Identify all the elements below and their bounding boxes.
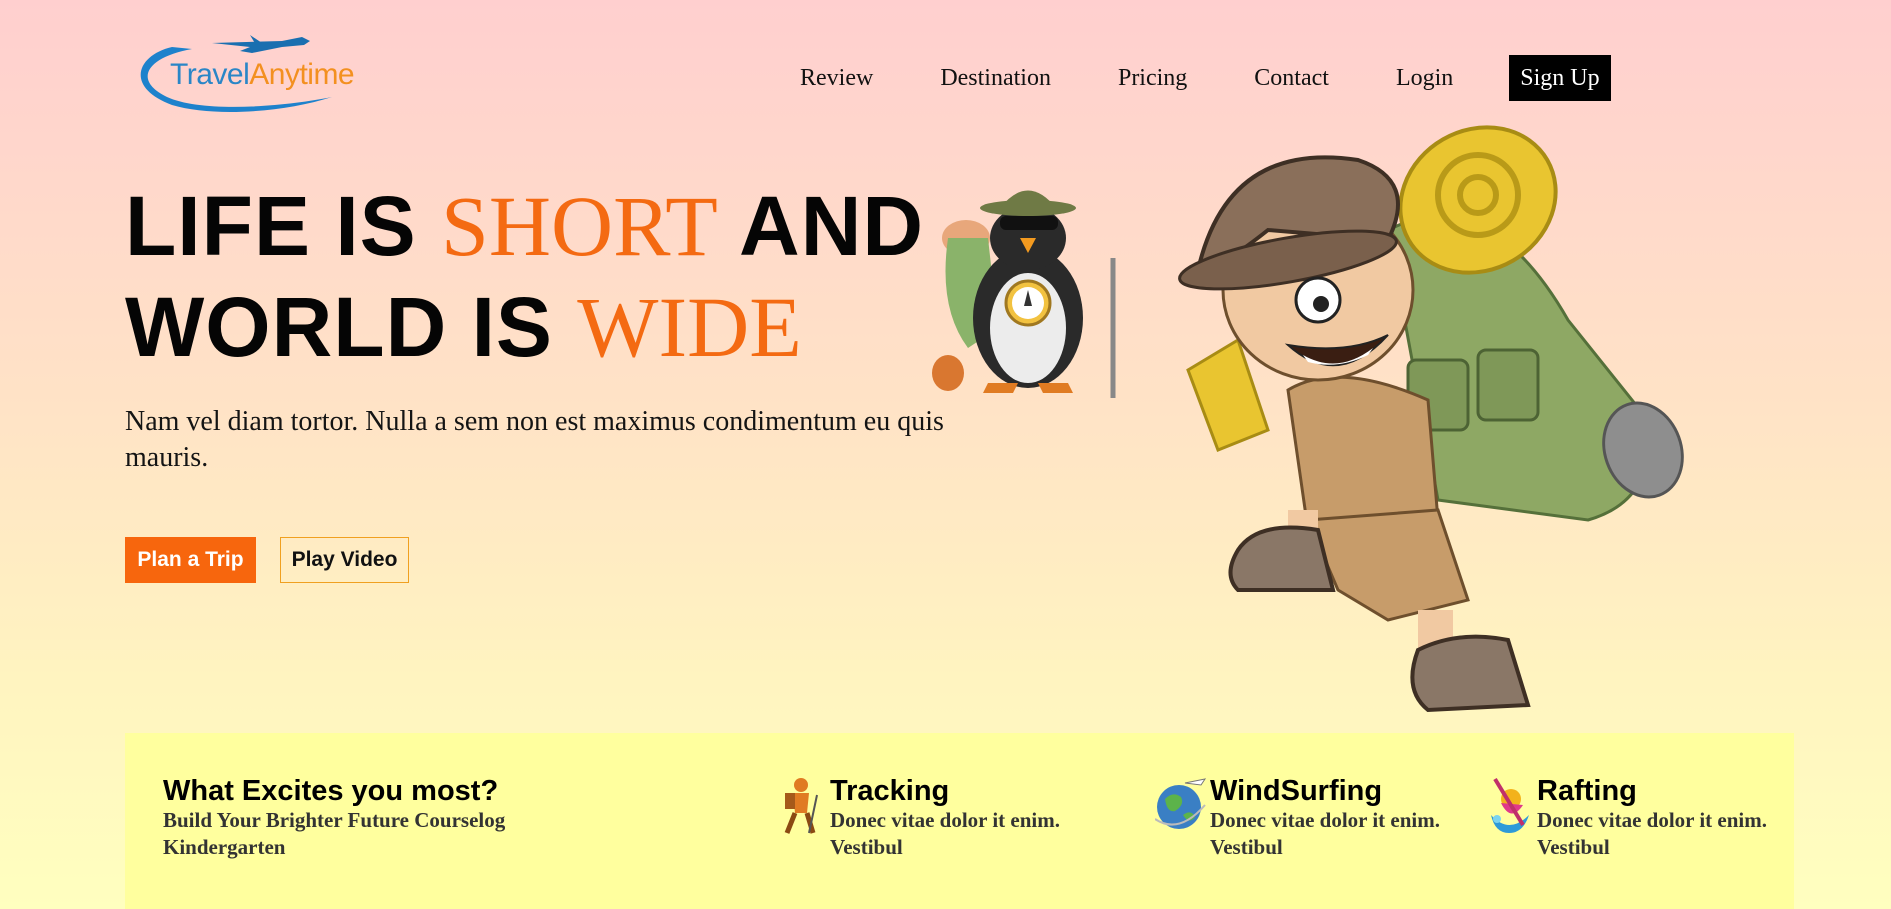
excites-intro: What Excites you most? Build Your Bright… [163, 775, 583, 861]
hiker-icon [775, 775, 827, 835]
hero-line1-a: LIFE IS [125, 179, 442, 273]
activity-desc-line2: Vestibul [830, 835, 903, 859]
rafting-icon [1483, 775, 1535, 835]
activity-desc-line1: Donec vitae dolor it enim. [1537, 808, 1767, 832]
what-excites-section: What Excites you most? Build Your Bright… [125, 733, 1794, 909]
activity-desc-line2: Vestibul [1537, 835, 1610, 859]
nav-contact[interactable]: Contact [1254, 55, 1329, 101]
hero-line2-a: WORLD IS [125, 280, 578, 374]
hero-accent-short: SHORT [441, 178, 718, 274]
nav-destination[interactable]: Destination [940, 55, 1051, 101]
penguin-explorer-illustration [928, 178, 1133, 400]
hero-line1-b: AND [717, 179, 925, 273]
hero-subtitle: Nam vel diam tortor. Nulla a sem non est… [125, 406, 944, 473]
hiker-boy-illustration [1138, 120, 1708, 725]
nav-review[interactable]: Review [800, 55, 873, 101]
activity-title: WindSurfing [1210, 775, 1383, 807]
activity-title: Tracking [830, 775, 950, 807]
activity-desc-line1: Donec vitae dolor it enim. [1210, 808, 1440, 832]
activity-desc-line2: Vestibul [1210, 835, 1283, 859]
brand-name-part1: Travel [170, 58, 250, 91]
activity-title: Rafting [1537, 775, 1637, 807]
nav-pricing[interactable]: Pricing [1118, 55, 1187, 101]
excites-description: Build Your Brighter Future Courselog Kin… [163, 808, 506, 859]
globe-plane-icon [1154, 775, 1207, 835]
main-nav: Review Destination Pricing Contact Login… [800, 55, 1611, 101]
activity-desc-line1: Donec vitae dolor it enim. [830, 808, 1060, 832]
hero-accent-wide: WIDE [577, 279, 802, 375]
hero-title: LIFE IS SHORT AND WORLD IS WIDE [125, 176, 924, 378]
nav-login[interactable]: Login [1396, 55, 1453, 101]
play-video-button[interactable]: Play Video [280, 537, 409, 583]
plan-trip-button[interactable]: Plan a Trip [125, 537, 256, 583]
excites-title: What Excites you most? [163, 775, 499, 807]
brand-logo[interactable]: TravelAnytime [132, 35, 377, 115]
signup-button[interactable]: Sign Up [1509, 55, 1611, 101]
brand-name-part2: Anytime [249, 58, 355, 91]
